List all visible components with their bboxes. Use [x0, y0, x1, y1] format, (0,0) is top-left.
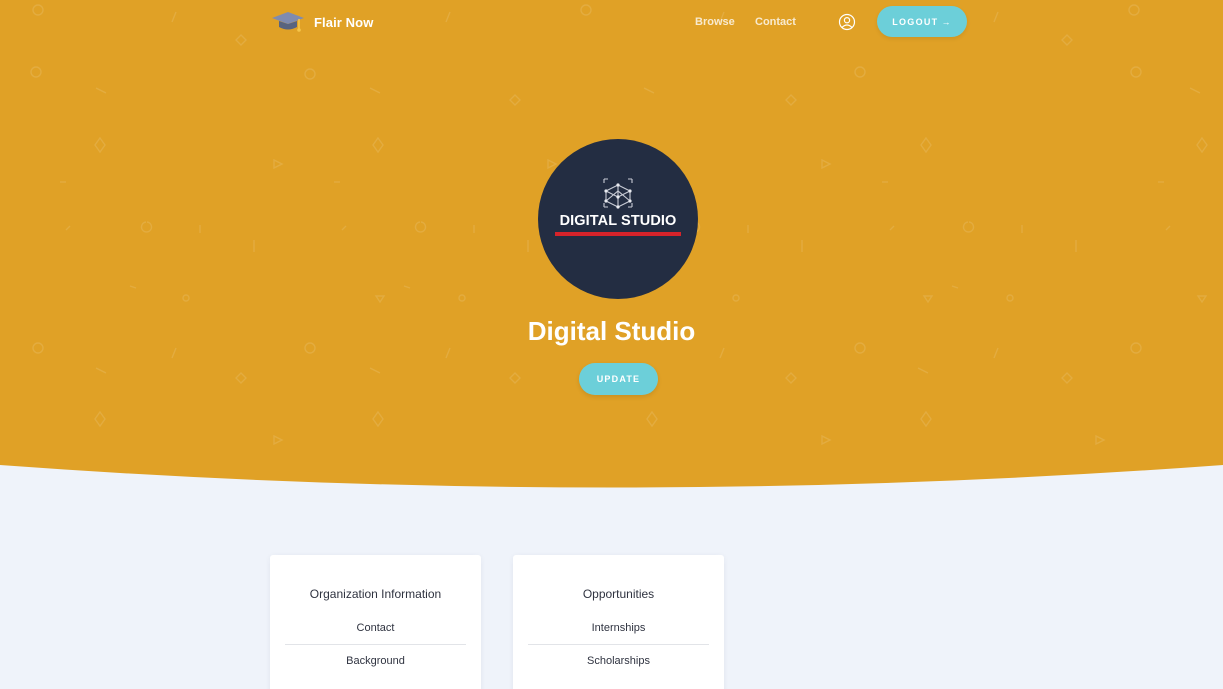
divider: [528, 644, 709, 645]
organization-logo-text: DIGITAL STUDIO: [559, 213, 677, 229]
card-link-internships[interactable]: Internships: [528, 622, 709, 634]
card-link-background[interactable]: Background: [285, 655, 466, 667]
brand[interactable]: Flair Now: [270, 8, 373, 36]
card-link-scholarships[interactable]: Scholarships: [528, 655, 709, 667]
nav-link-contact[interactable]: Contact: [755, 16, 796, 28]
graduation-cap-icon: [272, 12, 304, 32]
update-button[interactable]: UPDATE: [579, 363, 658, 395]
nav-link-browse[interactable]: Browse: [695, 16, 735, 28]
logout-button[interactable]: LOGOUT →: [877, 6, 967, 37]
opportunities-card: Opportunities Internships Scholarships: [513, 555, 724, 689]
card-title: Opportunities: [582, 587, 655, 601]
organization-name: Digital Studio: [527, 316, 696, 346]
brand-name: Flair Now: [314, 14, 374, 30]
user-circle-icon[interactable]: [838, 13, 856, 31]
arrow-right-icon: →: [941, 16, 952, 27]
logout-label: LOGOUT: [892, 16, 939, 27]
organization-info-card: Organization Information Contact Backgro…: [270, 555, 481, 689]
divider: [285, 644, 466, 645]
hero-wave-divider: [0, 465, 1223, 492]
card-link-contact[interactable]: Contact: [285, 622, 466, 634]
logo-underline: [555, 232, 681, 236]
card-title: Organization Information: [309, 587, 442, 601]
